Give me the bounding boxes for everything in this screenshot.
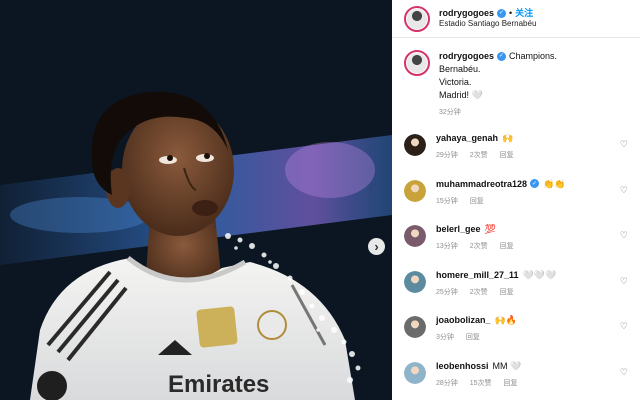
comment-item: muhammadreotra128 ✓ 👏👏 15分钟 回复 ♡ [392,178,640,224]
location-link[interactable]: Estadio Santiago Bernabéu [439,19,536,29]
caption-line: Victoria. [439,77,472,87]
comment-item: belerl_gee 💯 13分钟 2次赞 回复 ♡ [392,223,640,269]
comment-time: 3分钟 [436,334,454,342]
comment-username[interactable]: joaobolizan_ [436,314,491,326]
comment-time: 25分钟 [436,288,458,296]
comment-text: 🙌 [502,133,514,143]
comment-likes[interactable]: 15次赞 [470,380,492,387]
comment-text: 🤍🤍🤍 [522,269,557,280]
avatar[interactable] [404,225,426,248]
reply-button[interactable]: 回复 [470,198,484,205]
heart-outline-icon[interactable]: ♡ [620,140,628,149]
verified-badge-icon: ✓ [530,179,540,189]
comment-username[interactable]: belerl_gee [436,223,481,235]
comment-likes[interactable]: 2次赞 [470,289,488,296]
comment-username[interactable]: homere_mill_27_11 [436,269,519,281]
follow-button[interactable]: 关注 [515,8,533,19]
comment-text: MM 🤍 [492,360,522,371]
verified-badge-icon: ✓ [497,52,507,61]
comment-time: 15分钟 [436,197,458,205]
caption-line: Madrid! 🤍 [439,90,483,100]
comment-text: 💯 [484,224,496,235]
comment-likes[interactable]: 2次赞 [470,152,488,159]
post-header: rodrygogoes ✓ • 关注 Estadio Santiago Bern… [392,0,640,38]
comment-time: 28分钟 [436,379,458,387]
avatar[interactable] [404,270,426,293]
comment-item: yahaya_genah 🙌 29分钟 2次赞 回复 ♡ [392,132,640,178]
comment-username[interactable]: muhammadreotra128 [436,178,527,190]
caption-line: Champions. [509,51,558,61]
caption-username[interactable]: rodrygogoes [439,50,494,63]
comment-username[interactable]: yahaya_genah [436,132,498,144]
reply-button[interactable]: 回复 [500,289,514,296]
comment-text: 🙌🔥 [494,315,517,326]
reply-button[interactable]: 回复 [500,152,514,159]
author-username[interactable]: rodrygogoes [439,8,494,19]
reply-button[interactable]: 回复 [466,334,480,341]
verified-badge-icon: ✓ [497,9,507,18]
comment-time: 13分钟 [436,243,458,251]
heart-outline-icon[interactable]: ♡ [620,185,628,195]
avatar[interactable] [404,179,426,202]
reply-button[interactable]: 回复 [504,380,518,387]
caption-timestamp: 32分钟 [439,109,461,116]
chevron-right-icon[interactable]: › [368,238,385,255]
heart-outline-icon[interactable]: ♡ [620,231,628,240]
avatar[interactable] [404,361,426,384]
comments-panel: rodrygogoes ✓ • 关注 Estadio Santiago Bern… [392,0,640,400]
sponsor-text: Emirates [168,371,269,398]
comment-item: homere_mill_27_11 🤍🤍🤍 25分钟 2次赞 回复 ♡ [392,269,640,315]
avatar[interactable] [404,50,430,76]
caption-line: Bernabéu. [439,64,481,74]
heart-outline-icon[interactable]: ♡ [620,367,628,377]
player-photo-illustration: Emirates [0,0,392,400]
comment-item: joaobolizan_ 🙌🔥 3分钟 回复 ♡ [392,314,640,360]
avatar[interactable] [404,134,426,156]
comment-likes[interactable]: 2次赞 [470,243,488,250]
heart-outline-icon[interactable]: ♡ [620,276,628,286]
comment-text: 👏👏 [543,178,566,189]
post-photo[interactable]: Emirates › [0,0,392,400]
reply-button[interactable]: 回复 [500,243,514,250]
avatar[interactable] [404,316,426,339]
comment-list: yahaya_genah 🙌 29分钟 2次赞 回复 ♡ muhammadreo… [392,132,640,400]
heart-outline-icon[interactable]: ♡ [620,322,628,331]
comment-time: 29分钟 [436,152,458,159]
comment-username[interactable]: leobenhossi [436,360,489,372]
comment-item: leobenhossi MM 🤍 28分钟 15次赞 回复 ♡ [392,360,640,400]
avatar[interactable] [404,5,430,32]
post-caption: rodrygogoes ✓ Champions. Bernabéu. Victo… [392,38,640,119]
separator-dot: • [509,7,513,18]
